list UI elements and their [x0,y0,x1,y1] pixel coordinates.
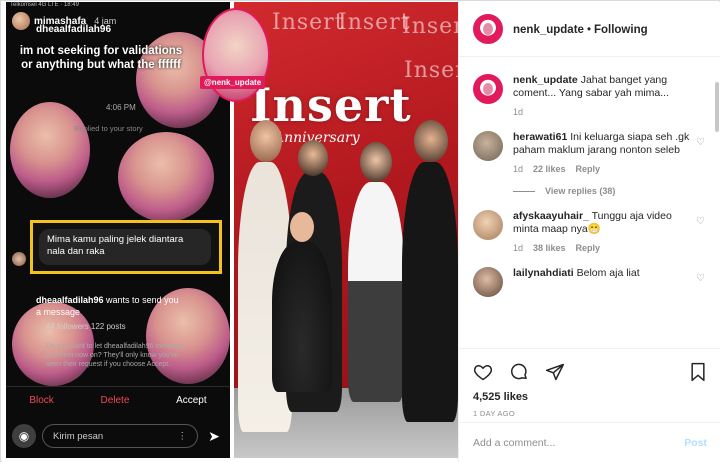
person-head [290,212,314,242]
comment-list[interactable]: nenk_update Jahat banget yang coment... … [459,58,720,348]
comment-user[interactable]: nenk_update [513,74,578,86]
view-replies-label: View replies (38) [545,186,616,196]
request-actions: Block Delete Accept [6,386,230,414]
comment-user[interactable]: lailynahdiati [513,267,574,279]
avatar [12,12,30,30]
backdrop-logo: Insert [402,14,458,39]
accept-button[interactable]: Accept [176,395,207,406]
backdrop-logo: Insert [338,10,411,35]
comment-item: afyskaayuhair_ Tunggu aja video minta ma… [473,210,707,253]
avatar [12,252,26,266]
message-placeholder: Kirim pesan [53,430,104,442]
replied-label: Replied to your story [74,124,143,133]
person-child [272,242,332,392]
request-stats: 44 followers 122 posts [46,322,126,331]
comment-likes[interactable]: 38 likes [533,243,566,253]
message-input[interactable]: Kirim pesan ⋮ [42,424,198,448]
message-request-title: dheaalfadilah96 wants to send you a mess… [36,294,186,318]
person-boy [348,182,404,402]
comment-icon[interactable] [509,362,529,385]
story-caption: im not seeking for validations or anythi… [19,45,183,71]
comment-item: lailynahdiati Belom aja liat ♡ [473,267,707,297]
person-head [360,142,392,182]
phone-status-bar: Telkomsel 4G LTE · 18:49 [10,2,79,8]
backdrop-logo: Insert [272,10,345,35]
add-comment-bar: Add a comment... Post [459,422,720,462]
avatar[interactable] [473,74,503,104]
comment-meta: 1d 22 likes Reply [513,164,699,174]
avatar[interactable] [473,210,503,240]
post-button[interactable]: Post [684,437,707,449]
message-composer: ◉ Kirim pesan ⋮ ➤ [6,420,230,452]
comment-input[interactable]: Add a comment... [473,437,684,449]
divider [513,190,535,192]
comment-user[interactable]: afyskaayuhair_ [513,210,589,222]
heart-icon[interactable]: ♡ [696,216,705,227]
share-icon[interactable] [545,362,565,385]
heart-icon[interactable]: ♡ [696,273,705,284]
heart-icon[interactable] [473,362,493,385]
comment-age: 1d [513,107,524,117]
story-photo [10,102,90,198]
avatar[interactable] [473,131,503,161]
likes-count[interactable]: 4,525 likes [459,385,720,403]
post-sidebar: nenk_update • Following nenk_update Jahat … [458,2,720,462]
send-icon[interactable]: ➤ [204,428,224,445]
comment-meta: 1d 38 likes Reply [513,243,699,253]
view-replies-button[interactable]: View replies (38) [473,186,707,196]
comment-age: 1d [513,243,524,253]
post-actions-area: 4,525 likes 1 DAY AGO Add a comment... P… [459,348,720,462]
post-header: nenk_update • Following [459,2,720,57]
message-timestamp: 4:06 PM [106,103,136,112]
block-button[interactable]: Block [29,395,53,406]
post-media[interactable]: Telkomsel 4G LTE · 18:49 mimashafa 4 jam… [2,2,458,462]
backdrop-logo: Insert [404,58,458,83]
comment-likes[interactable]: 22 likes [533,164,566,174]
person-head [414,120,448,162]
comment-body: herawati61 Ini keluarga siapa seh .gk pa… [513,131,699,157]
action-bar [459,349,720,385]
story-screenshot: Telkomsel 4G LTE · 18:49 mimashafa 4 jam… [6,2,230,458]
camera-icon[interactable]: ◉ [12,424,36,448]
comment-meta: 1d [513,107,699,117]
comment-user[interactable]: herawati61 [513,131,567,143]
comment-item: nenk_update Jahat banget yang coment... … [473,74,707,117]
watermark-tag: @nenk_update [200,76,266,89]
avatar[interactable] [473,267,503,297]
comment-item: herawati61 Ini keluarga siapa seh .gk pa… [473,131,707,174]
delete-button[interactable]: Delete [100,395,129,406]
comment-age: 1d [513,164,524,174]
instagram-post-window: Telkomsel 4G LTE · 18:49 mimashafa 4 jam… [0,0,720,462]
bookmark-icon[interactable] [689,362,707,385]
account-name[interactable]: nenk_update [513,24,584,36]
request-note: Do you want to let dheaalfadilah96 messa… [46,343,184,368]
heart-icon[interactable]: ♡ [696,137,705,148]
message-bubble: Mima kamu paling jelek diantara nala dan… [39,229,211,265]
scrollbar[interactable] [715,82,719,132]
person-man [402,162,458,422]
comment-body: nenk_update Jahat banget yang coment... … [513,74,699,100]
comment-body: lailynahdiati Belom aja liat [513,267,699,280]
story-photo [118,132,214,222]
post-date: 1 DAY AGO [473,409,516,418]
comment-body: afyskaayuhair_ Tunggu aja video minta ma… [513,210,699,236]
more-icon[interactable]: ⋮ [178,431,188,442]
person-head [298,140,328,176]
story-sender: dheaalfadilah96 [36,24,112,35]
request-username: dheaalfadilah96 [36,295,104,305]
avatar[interactable] [473,14,503,44]
reply-button[interactable]: Reply [576,243,601,253]
comment-text: Belom aja liat [576,267,640,279]
highlighted-message: Mima kamu paling jelek diantara nala dan… [30,220,222,274]
following-button[interactable]: Following [594,24,648,36]
reply-button[interactable]: Reply [576,164,601,174]
separator-dot: • [586,24,591,36]
person-head [250,120,282,162]
